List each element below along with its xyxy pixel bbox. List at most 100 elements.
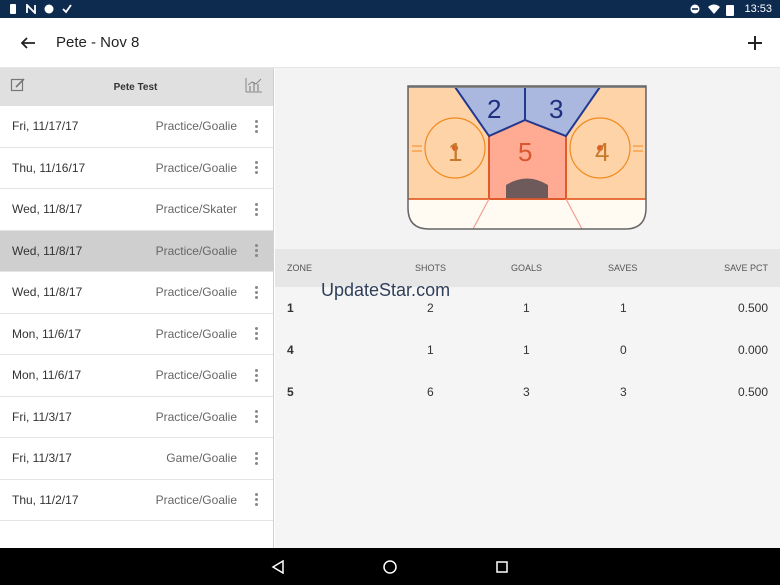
session-date: Thu, 11/16/17 <box>12 160 86 175</box>
cell-goals: 1 <box>523 301 530 315</box>
cell-saves: 0 <box>620 343 627 357</box>
zone-5-label: 5 <box>518 137 532 167</box>
session-type: Practice/Goalie <box>155 492 237 507</box>
edit-player-button[interactable] <box>10 77 26 98</box>
session-type: Practice/Goalie <box>155 243 237 258</box>
status-bar: 13:53 <box>0 0 780 18</box>
rink-area: 1 2 3 4 5 <box>275 68 780 249</box>
session-type: Practice/Skater <box>155 202 237 217</box>
battery-icon <box>726 4 736 16</box>
cell-shots: 2 <box>427 301 434 315</box>
session-row[interactable]: Mon, 11/6/17 Practice/Goalie <box>0 314 273 355</box>
back-button[interactable] <box>0 18 56 68</box>
back-arrow-icon <box>20 36 35 49</box>
dnd-icon <box>690 4 700 14</box>
session-row[interactable]: Wed, 11/8/17 Practice/Goalie <box>0 272 273 314</box>
rink-zone-diagram: 1 2 3 4 5 <box>407 85 647 230</box>
more-vert-icon[interactable] <box>251 451 261 465</box>
session-date: Mon, 11/6/17 <box>12 368 82 383</box>
cell-saves: 3 <box>620 385 627 399</box>
session-date: Mon, 11/6/17 <box>12 326 82 341</box>
cell-zone: 4 <box>287 343 294 357</box>
more-vert-icon[interactable] <box>251 244 261 258</box>
cell-save-pct: 0.000 <box>737 343 768 357</box>
stats-table-body: 1 2 1 1 0.500 4 1 1 0 0.000 5 6 3 3 0.500 <box>275 287 780 548</box>
circle-home-icon <box>383 559 397 574</box>
cell-save-pct: 0.500 <box>737 385 768 399</box>
edit-icon <box>10 77 25 91</box>
watermark: UpdateStar.com <box>321 280 451 300</box>
session-date: Fri, 11/3/17 <box>12 409 72 424</box>
zone-2-label: 2 <box>487 94 501 124</box>
add-button[interactable] <box>730 18 780 68</box>
header-saves: SAVES <box>608 263 638 273</box>
session-row[interactable]: Fri, 11/17/17 Practice/Goalie <box>0 106 273 148</box>
check-notification-icon <box>62 4 72 14</box>
stats-row: 4 1 1 0 0.000 <box>275 329 780 371</box>
session-date: Wed, 11/8/17 <box>12 202 83 217</box>
cell-zone: 5 <box>287 385 294 399</box>
cell-zone: 1 <box>287 301 294 315</box>
more-vert-icon[interactable] <box>251 368 261 382</box>
session-date: Thu, 11/2/17 <box>12 492 79 507</box>
cell-goals: 1 <box>523 343 530 357</box>
page-title: Pete - Nov 8 <box>56 34 140 51</box>
session-type: Practice/Goalie <box>155 368 237 383</box>
nav-home-button[interactable] <box>380 557 400 577</box>
more-vert-icon[interactable] <box>251 493 261 507</box>
player-name: Pete Test <box>113 81 158 93</box>
more-vert-icon[interactable] <box>251 285 261 299</box>
triangle-back-icon <box>271 559 284 574</box>
session-row[interactable]: Wed, 11/8/17 Practice/Skater <box>0 189 273 231</box>
session-row[interactable]: Fri, 11/3/17 Game/Goalie <box>0 438 273 480</box>
app-bar: Pete - Nov 8 <box>0 18 780 68</box>
system-nav-bar <box>0 548 780 585</box>
session-type: Game/Goalie <box>166 451 237 466</box>
header-zone: ZONE <box>287 263 313 273</box>
stats-row: 5 6 3 3 0.500 <box>275 371 780 413</box>
zone-3-label: 3 <box>549 94 563 124</box>
app-notification-icon <box>44 4 54 14</box>
more-vert-icon[interactable] <box>251 119 261 133</box>
cell-shots: 1 <box>427 343 434 357</box>
clock: 13:53 <box>744 3 772 15</box>
session-date: Fri, 11/17/17 <box>12 119 79 134</box>
nav-back-button[interactable] <box>268 557 288 577</box>
session-type: Practice/Goalie <box>155 326 237 341</box>
session-row[interactable]: Wed, 11/8/17 Practice/Goalie <box>0 230 273 272</box>
cell-goals: 3 <box>523 385 530 399</box>
session-date: Fri, 11/3/17 <box>12 451 72 466</box>
square-recents-icon <box>496 560 508 573</box>
n-notification-icon <box>26 2 36 16</box>
cell-shots: 6 <box>427 385 434 399</box>
wifi-icon <box>708 4 721 14</box>
detail-pane: 1 2 3 4 5 ZONE SHOTS GOALS SAVES SAVE PC… <box>275 68 780 548</box>
session-list: Fri, 11/17/17 Practice/Goalie Thu, 11/16/1… <box>0 106 273 521</box>
nav-recents-button[interactable] <box>492 557 512 577</box>
session-type: Practice/Goalie <box>155 119 237 134</box>
bar-chart-icon <box>245 77 262 92</box>
header-goals: GOALS <box>511 263 543 273</box>
more-vert-icon[interactable] <box>251 410 261 424</box>
more-vert-icon[interactable] <box>251 202 261 216</box>
header-save-pct: SAVE PCT <box>724 263 768 273</box>
session-type: Practice/Goalie <box>155 160 237 175</box>
more-vert-icon[interactable] <box>251 327 261 341</box>
player-header: Pete Test <box>0 68 273 106</box>
session-row[interactable]: Mon, 11/6/17 Practice/Goalie <box>0 355 273 397</box>
session-date: Wed, 11/8/17 <box>12 285 83 300</box>
session-type: Practice/Goalie <box>155 285 237 300</box>
stats-chart-button[interactable] <box>245 77 263 98</box>
cell-save-pct: 0.500 <box>737 301 768 315</box>
plus-icon <box>748 35 762 50</box>
more-vert-icon[interactable] <box>251 161 261 175</box>
sim-icon <box>8 4 18 14</box>
cell-saves: 1 <box>620 301 627 315</box>
zone-1-label: 1 <box>448 137 462 167</box>
session-date: Wed, 11/8/17 <box>12 243 83 258</box>
session-row[interactable]: Fri, 11/3/17 Practice/Goalie <box>0 397 273 438</box>
session-type: Practice/Goalie <box>155 409 237 424</box>
session-row[interactable]: Thu, 11/2/17 Practice/Goalie <box>0 480 273 521</box>
session-row[interactable]: Thu, 11/16/17 Practice/Goalie <box>0 148 273 189</box>
header-shots: SHOTS <box>415 263 447 273</box>
